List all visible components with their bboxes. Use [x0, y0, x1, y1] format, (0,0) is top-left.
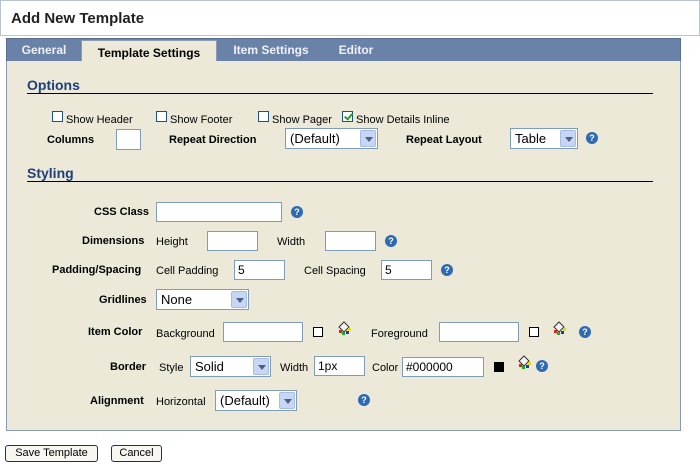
cell-padding-label: Cell Padding	[156, 265, 219, 277]
repeat-layout-label: Repeat Layout	[406, 134, 482, 146]
options-heading: Options	[27, 77, 80, 93]
foreground-color-input[interactable]	[439, 322, 519, 342]
color-picker-icon[interactable]	[551, 320, 567, 336]
cell-padding-input[interactable]: 5	[234, 260, 285, 280]
color-picker-icon[interactable]	[336, 320, 352, 336]
help-icon[interactable]: ?	[385, 235, 397, 247]
title-bar: Add New Template	[0, 0, 700, 36]
background-label: Background	[156, 328, 215, 340]
height-label: Height	[156, 236, 188, 248]
border-style-select[interactable]: Solid	[190, 356, 271, 377]
page-title: Add New Template	[11, 10, 145, 27]
css-class-label: CSS Class	[94, 206, 150, 218]
chevron-down-icon	[231, 291, 247, 308]
border-style-label: Style	[159, 362, 184, 374]
chevron-down-icon	[279, 392, 295, 409]
help-icon[interactable]: ?	[579, 326, 591, 338]
tab-strip: General Template Settings Item Settings …	[6, 38, 681, 65]
width-input[interactable]	[325, 231, 376, 251]
color-picker-icon[interactable]	[516, 354, 532, 370]
repeat-direction-select[interactable]: (Default)	[285, 128, 378, 149]
gridlines-label: Gridlines	[99, 294, 147, 306]
horizontal-alignment-select[interactable]: (Default)	[215, 390, 297, 411]
cancel-button[interactable]: Cancel	[111, 445, 162, 462]
help-icon[interactable]: ?	[536, 360, 548, 372]
help-icon[interactable]: ?	[441, 264, 453, 276]
save-template-button[interactable]: Save Template	[5, 445, 98, 462]
horizontal-alignment-value: (Default)	[220, 393, 270, 408]
cell-spacing-input[interactable]: 5	[381, 260, 432, 280]
border-width-input[interactable]: 1px	[314, 356, 365, 376]
styling-heading: Styling	[27, 165, 74, 181]
gridlines-value: None	[161, 292, 193, 307]
dimensions-label: Dimensions	[82, 235, 145, 247]
repeat-direction-value: (Default)	[290, 131, 340, 146]
chevron-down-icon	[560, 130, 576, 147]
padding-spacing-label: Padding/Spacing	[52, 264, 142, 276]
background-color-swatch	[313, 327, 323, 337]
border-color-swatch	[494, 362, 504, 372]
show-details-inline-checkbox[interactable]	[342, 111, 353, 122]
tab-general[interactable]: General	[7, 39, 81, 61]
border-label: Border	[110, 361, 147, 373]
horizontal-label: Horizontal	[156, 396, 206, 408]
repeat-layout-select[interactable]: Table	[510, 128, 578, 149]
chevron-down-icon	[253, 358, 269, 375]
cell-spacing-label: Cell Spacing	[304, 265, 366, 277]
tab-item-settings[interactable]: Item Settings	[221, 39, 321, 61]
template-settings-panel: Options Show Header Show Footer Show Pag…	[6, 61, 681, 431]
help-icon[interactable]: ?	[586, 132, 598, 144]
show-footer-checkbox[interactable]	[156, 111, 167, 122]
show-header-checkbox[interactable]	[52, 111, 63, 122]
css-class-input[interactable]	[156, 202, 282, 222]
columns-label: Columns	[47, 134, 95, 146]
repeat-direction-label: Repeat Direction	[169, 134, 257, 146]
styling-divider	[27, 181, 653, 182]
border-color-label: Color	[372, 362, 399, 374]
show-details-inline-label: Show Details Inline	[356, 114, 450, 126]
foreground-color-swatch	[529, 327, 539, 337]
item-color-label: Item Color	[88, 326, 143, 338]
options-divider	[27, 93, 653, 94]
chevron-down-icon	[360, 130, 376, 147]
help-icon[interactable]: ?	[358, 394, 370, 406]
width-label: Width	[277, 236, 306, 248]
border-color-input[interactable]: #000000	[402, 357, 484, 377]
height-input[interactable]	[207, 231, 258, 251]
border-style-value: Solid	[195, 359, 224, 374]
tab-editor[interactable]: Editor	[325, 39, 387, 61]
repeat-layout-value: Table	[515, 131, 547, 146]
show-footer-label: Show Footer	[170, 114, 233, 126]
show-pager-checkbox[interactable]	[258, 111, 269, 122]
background-color-input[interactable]	[223, 322, 303, 342]
gridlines-select[interactable]: None	[156, 289, 249, 310]
border-width-label: Width	[280, 362, 309, 374]
help-icon[interactable]: ?	[291, 206, 303, 218]
show-pager-label: Show Pager	[272, 114, 332, 126]
alignment-label: Alignment	[90, 395, 144, 407]
foreground-label: Foreground	[371, 328, 428, 340]
show-header-label: Show Header	[66, 114, 133, 126]
columns-input[interactable]	[116, 129, 141, 150]
